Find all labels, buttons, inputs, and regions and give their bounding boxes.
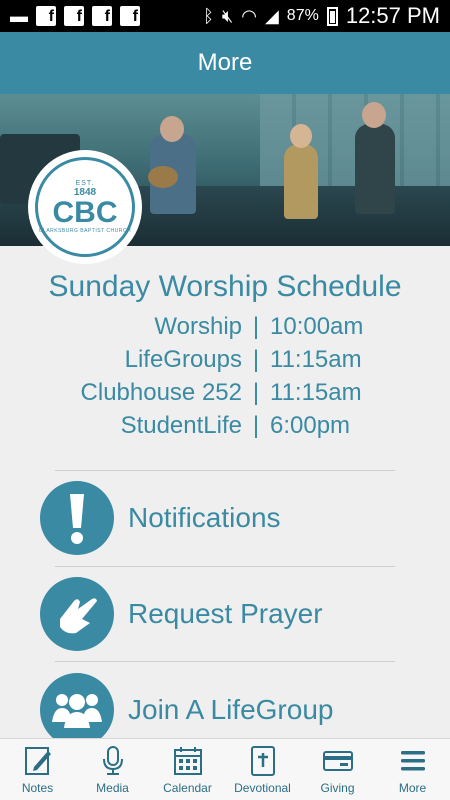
clock: 12:57 PM [345, 3, 440, 28]
schedule-time: 11:15am [270, 379, 362, 406]
church-logo-badge: EST. 1848 CBC CLARKSBURG BAPTIST CHURCH [35, 157, 135, 257]
microphone-icon [102, 746, 123, 775]
nav-item-giving[interactable]: Giving [300, 739, 375, 800]
hero-vocalist-head [290, 124, 312, 148]
worship-schedule: Sunday Worship Schedule Worship | 10:00a… [0, 270, 450, 442]
schedule-time: 11:15am [270, 346, 362, 373]
divider [55, 661, 395, 662]
logo-subtitle: CLARKSBURG BAPTIST CHURCH [38, 228, 132, 234]
wifi-icon: ◠ [241, 5, 257, 26]
schedule-separator: | [252, 412, 260, 439]
bible-icon [250, 746, 275, 776]
calendar-icon [173, 747, 202, 775]
notes-icon [24, 747, 51, 775]
status-bar-right: ᛒ 🔇︎ ◠ ◢ 87% 12:57 PM [203, 3, 440, 29]
nav-item-more[interactable]: More [375, 739, 450, 800]
schedule-time: 6:00pm [270, 412, 351, 439]
divider [55, 470, 395, 471]
logo-est: EST. [75, 180, 95, 187]
nav-label: Notes [21, 781, 54, 795]
hamburger-icon [400, 751, 425, 771]
nav-label: More [398, 781, 427, 795]
logo-text: CBC [52, 196, 118, 229]
menu-item-label: Request Prayer [128, 598, 323, 629]
facebook-icon: f [120, 6, 140, 26]
nav-label: Devotional [234, 781, 291, 795]
mute-icon: 🔇︎ [221, 5, 234, 26]
hero-singer-head [160, 116, 184, 142]
facebook-icon: f [92, 6, 112, 26]
signal-icon: ◢ [264, 5, 279, 26]
schedule-name: Worship [154, 313, 242, 340]
menu-item-request-prayer[interactable]: Request Prayer [40, 574, 400, 654]
nav-item-devotional[interactable]: Devotional [225, 739, 300, 800]
facebook-icon: f [64, 6, 84, 26]
schedule-title: Sunday Worship Schedule [48, 270, 402, 303]
schedule-row: Clubhouse 252 | 11:15am [0, 376, 450, 409]
schedule-separator: | [252, 379, 260, 406]
page-title: More [197, 49, 253, 76]
battery-icon [326, 6, 338, 26]
schedule-time: 10:00am [270, 313, 364, 340]
status-bar: ▬ f f f f ᛒ 🔇︎ ◠ ◢ 87% 12:57 PM [0, 0, 450, 32]
schedule-separator: | [252, 313, 260, 340]
hero-vocalist [284, 144, 318, 219]
schedule-separator: | [252, 346, 260, 373]
nav-label: Media [96, 781, 129, 795]
schedule-name: Clubhouse 252 [80, 379, 242, 406]
nav-label: Calendar [163, 781, 212, 795]
bottom-nav: Notes Media Calendar Devotional Giving M… [0, 738, 450, 800]
card-icon [322, 751, 353, 771]
church-logo: EST. 1848 CBC CLARKSBURG BAPTIST CHURCH [28, 150, 142, 264]
schedule-name: LifeGroups [124, 346, 242, 373]
menu-item-label: Join A LifeGroup [128, 694, 334, 725]
divider [55, 566, 395, 567]
nav-label: Giving [320, 781, 355, 795]
sms-icon: ▬ [10, 5, 28, 26]
app-bar: More [0, 32, 450, 94]
bluetooth-icon: ᛒ [203, 5, 214, 26]
schedule-row: Worship | 10:00am [0, 310, 450, 343]
nav-item-notes[interactable]: Notes [0, 739, 75, 800]
facebook-icon: f [36, 6, 56, 26]
nav-item-calendar[interactable]: Calendar [150, 739, 225, 800]
schedule-row: StudentLife | 6:00pm [0, 409, 450, 442]
exclamation-icon [40, 481, 114, 555]
nav-item-media[interactable]: Media [75, 739, 150, 800]
group-icon [40, 673, 114, 747]
menu-item-label: Notifications [128, 502, 281, 533]
hero-guitarist [355, 124, 395, 214]
status-bar-left: ▬ f f f f [10, 6, 140, 27]
battery-percent: 87% [286, 7, 319, 24]
hero-guitarist-head [362, 102, 386, 128]
schedule-name: StudentLife [120, 412, 242, 439]
schedule-row: LifeGroups | 11:15am [0, 343, 450, 376]
hero-guitar [148, 166, 178, 188]
menu-item-notifications[interactable]: Notifications [40, 478, 400, 558]
praying-hands-icon [40, 577, 114, 651]
